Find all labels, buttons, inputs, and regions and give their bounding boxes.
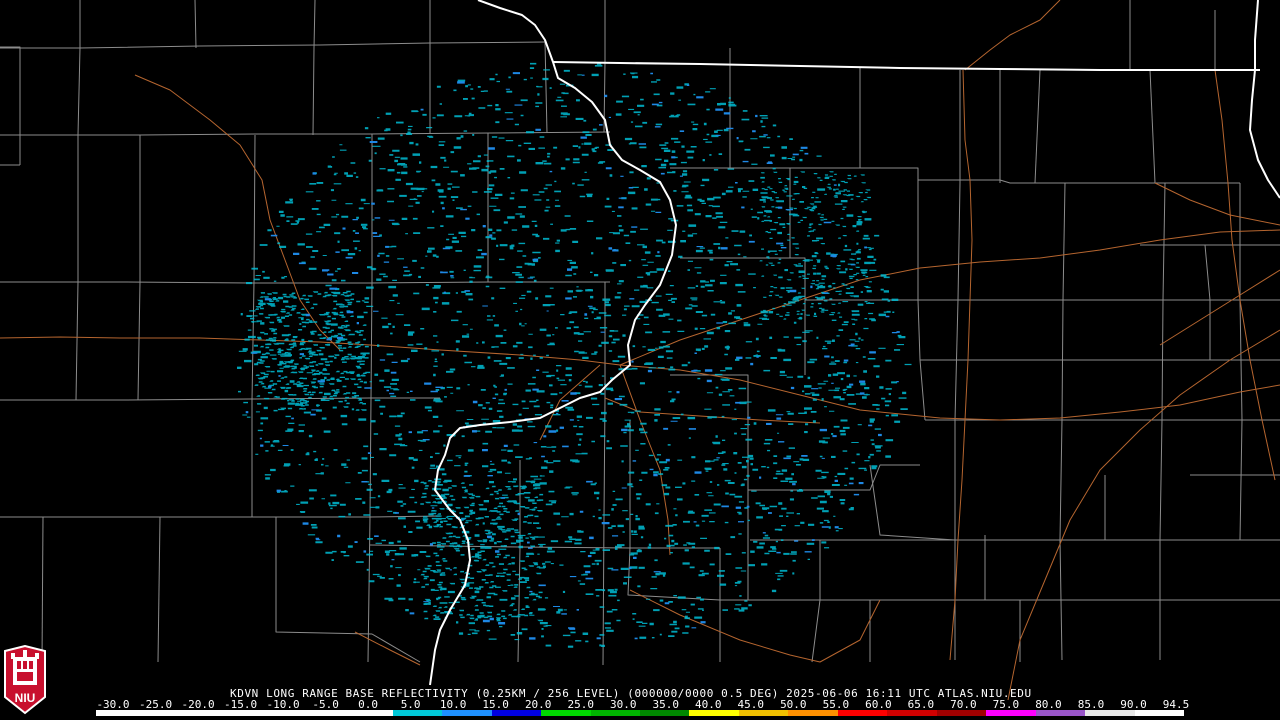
county-line [811, 540, 821, 663]
highway-line [1214, 69, 1276, 481]
colorbar-segment [194, 710, 245, 716]
colorbar-segment [343, 710, 393, 716]
colorbar-segment [96, 710, 146, 716]
county-line [1149, 69, 1156, 184]
state-border [429, 0, 677, 686]
highway-line [619, 364, 1280, 421]
county-line [517, 460, 521, 663]
colorbar-segment [986, 710, 1036, 716]
colorbar-segment [145, 710, 195, 716]
logo-text: NIU [15, 691, 36, 705]
colorbar-segment [491, 710, 542, 716]
reflectivity-colorbar [96, 710, 1184, 716]
highway-line [1159, 269, 1280, 346]
county-line [0, 397, 440, 401]
colorbar-segment [1085, 710, 1135, 716]
colorbar-segment [590, 710, 640, 716]
radar-echoes [237, 62, 912, 648]
highway-line [354, 631, 421, 666]
colorbar-segment [541, 710, 591, 716]
colorbar-segment [1035, 710, 1086, 716]
highway-line [1154, 182, 1280, 226]
county-line [0, 41, 546, 49]
county-line [869, 464, 956, 541]
colorbar-segment [837, 710, 888, 716]
state-border [1249, 0, 1280, 199]
highway-line [134, 74, 341, 351]
county-line [194, 0, 197, 49]
county-line [918, 179, 1240, 184]
colorbar-segment [293, 710, 344, 716]
county-line [0, 131, 611, 136]
county-line [1034, 69, 1041, 184]
highway-line [619, 364, 671, 556]
highway-line [949, 69, 973, 661]
colorbar-segment [639, 710, 690, 716]
colorbar-segment [788, 710, 838, 716]
state-boundaries [429, 0, 1280, 686]
county-line [275, 517, 421, 663]
county-line [544, 41, 548, 134]
county-line [137, 135, 141, 401]
county-line [603, 0, 606, 133]
county-line [1204, 244, 1211, 360]
colorbar-segment [244, 710, 294, 716]
color-scale-labels: -30.0 -25.0 -20.0 -15.0 -10.0 -5.0 0.0 5.0 10.0 1… [0, 698, 1280, 711]
county-line [1239, 183, 1243, 541]
colorbar-segment [392, 710, 443, 716]
state-border [552, 61, 1260, 71]
county-line [75, 0, 81, 401]
county-line [0, 515, 441, 518]
county-line [251, 134, 256, 517]
colorbar-segment [689, 710, 739, 716]
county-line [312, 0, 316, 136]
radar-map [0, 0, 1280, 701]
county-boundaries [0, 0, 1280, 666]
county-line [157, 516, 161, 663]
highway-line [964, 0, 1061, 71]
colorbar-segment [442, 710, 492, 716]
colorbar-segment [936, 710, 987, 716]
echo-speckle-strong [245, 72, 900, 640]
echo-speckle [237, 62, 912, 648]
highway-line [629, 589, 881, 663]
county-line [41, 516, 44, 663]
colorbar-segment [738, 710, 789, 716]
niu-seal-icon: NIU [4, 645, 46, 715]
colorbar-segment [887, 710, 937, 716]
highway-line [619, 229, 1280, 366]
county-line [1159, 182, 1166, 660]
colorbar-segment [1134, 710, 1184, 716]
county-line [859, 68, 919, 180]
county-line [954, 70, 961, 660]
highway-line [1007, 329, 1280, 701]
county-line [0, 46, 21, 165]
